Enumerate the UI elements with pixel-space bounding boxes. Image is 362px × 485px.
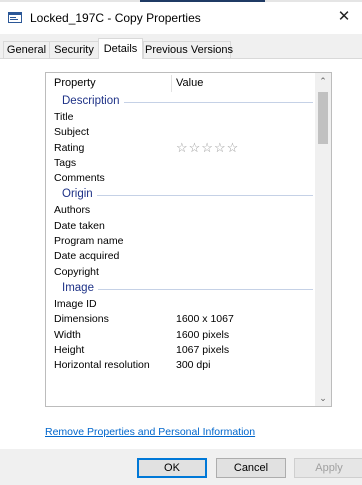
list-item[interactable]: Program name (46, 234, 316, 249)
tab-previous-versions[interactable]: Previous Versions (143, 41, 233, 58)
tab-general[interactable]: General (3, 41, 50, 58)
apply-button[interactable]: Apply (294, 458, 362, 478)
rating-stars-icon[interactable]: ☆☆☆☆☆ (176, 140, 239, 155)
dialog-footer: OK Cancel Apply (0, 449, 362, 485)
property-name: Authors (54, 204, 91, 217)
list-item[interactable]: Copyright (46, 265, 316, 280)
ok-button[interactable]: OK (137, 458, 207, 478)
property-name: Rating (54, 141, 85, 154)
tab-bar: General Security Details Previous Versio… (0, 34, 362, 59)
remove-properties-link[interactable]: Remove Properties and Personal Informati… (45, 426, 255, 438)
list-header: Property Value (46, 73, 316, 93)
list-item[interactable]: Title (46, 110, 316, 125)
file-properties-icon (8, 12, 22, 23)
group-title: Image (62, 280, 98, 296)
property-value: 1600 pixels (176, 328, 230, 341)
group-title: Origin (62, 187, 97, 203)
group-header: Image (46, 280, 316, 297)
property-name: Date acquired (54, 250, 120, 263)
property-name: Subject (54, 126, 90, 139)
list-item[interactable]: Date acquired (46, 249, 316, 264)
property-name: Width (54, 328, 81, 341)
window-title: Locked_197C - Copy Properties (30, 11, 201, 25)
list-item[interactable]: Comments (46, 171, 316, 186)
list-rows: Description Title Subject Rating ☆☆☆☆☆ Tags Co… (46, 93, 316, 373)
cancel-button[interactable]: Cancel (216, 458, 286, 478)
close-button[interactable]: ✕ (326, 2, 362, 32)
property-value: 1600 x 1067 (176, 313, 234, 326)
title-bar[interactable]: Locked_197C - Copy Properties ✕ (0, 2, 362, 34)
column-header-value[interactable]: Value (176, 77, 203, 89)
list-item[interactable]: Image ID (46, 297, 316, 312)
property-name: Image ID (54, 297, 97, 310)
property-name: Height (54, 343, 85, 356)
group-divider (66, 195, 313, 197)
column-header-property[interactable]: Property (54, 77, 96, 89)
group-title: Description (62, 94, 124, 109)
property-name: Comments (54, 172, 105, 185)
property-name: Copyright (54, 265, 99, 278)
list-item[interactable]: Horizontal resolution 300 dpi (46, 358, 316, 373)
property-name: Title (54, 111, 74, 123)
list-item[interactable]: Dimensions 1600 x 1067 (46, 312, 316, 327)
vertical-scrollbar[interactable]: ⌃ ⌄ (315, 73, 331, 406)
property-name: Horizontal resolution (54, 359, 150, 372)
property-name: Program name (54, 235, 124, 248)
group-header: Origin (46, 186, 316, 203)
property-name: Date taken (54, 219, 105, 232)
list-item[interactable]: Width 1600 pixels (46, 328, 316, 343)
group-header: Description (46, 93, 316, 110)
column-separator[interactable] (171, 75, 172, 92)
scrollbar-thumb[interactable] (318, 92, 328, 144)
property-value: 1067 pixels (176, 343, 230, 356)
tab-security[interactable]: Security (49, 41, 99, 58)
scroll-up-icon[interactable]: ⌃ (315, 73, 331, 89)
list-item[interactable]: Subject (46, 125, 316, 140)
property-name: Tags (54, 156, 77, 169)
close-icon: ✕ (337, 8, 351, 25)
list-item[interactable]: Date taken (46, 219, 316, 234)
scroll-down-icon[interactable]: ⌄ (315, 390, 331, 406)
tab-details[interactable]: Details (98, 38, 143, 59)
property-name: Dimensions (54, 313, 109, 326)
list-item[interactable]: Authors (46, 203, 316, 218)
list-item[interactable]: Height 1067 pixels (46, 343, 316, 358)
properties-list[interactable]: Property Value Description Title Subject Ra… (45, 72, 332, 407)
list-item[interactable]: Tags (46, 156, 316, 171)
group-divider (66, 288, 313, 290)
property-value: 300 dpi (176, 359, 211, 372)
list-item[interactable]: Rating ☆☆☆☆☆ (46, 140, 316, 156)
